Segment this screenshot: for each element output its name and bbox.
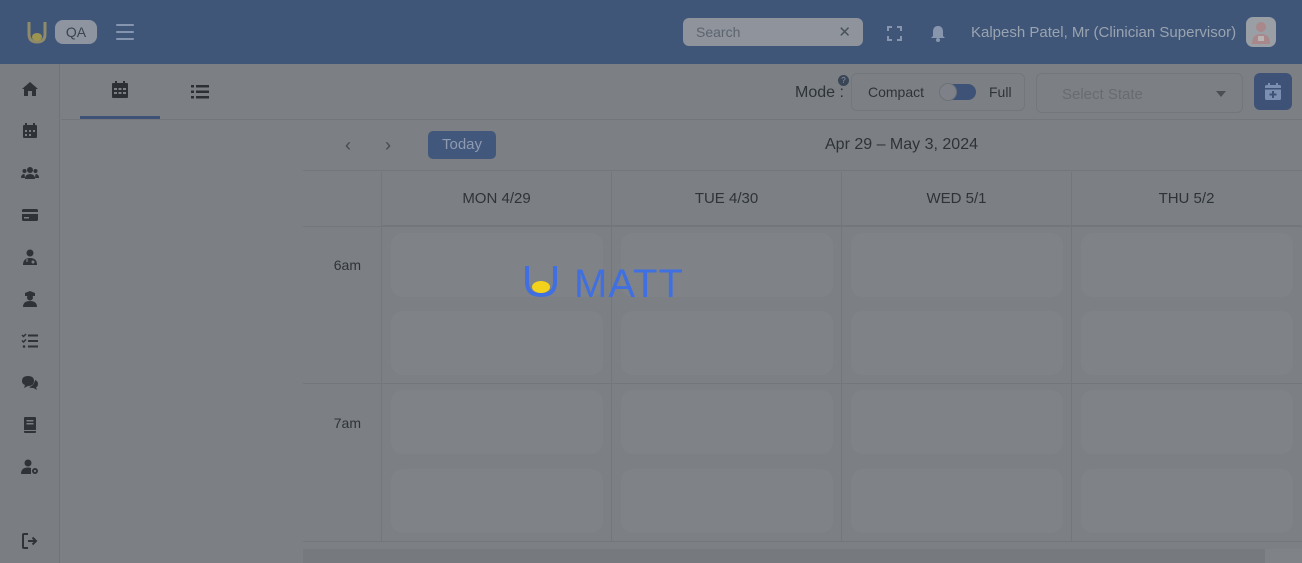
calendar-grid: MON 4/29 TUE 4/30 WED 5/1 THU 5/2 6am 7a…	[303, 172, 1302, 563]
column-divider	[381, 172, 382, 542]
time-slot[interactable]	[391, 469, 603, 533]
time-slot[interactable]	[621, 469, 833, 533]
row-divider	[303, 226, 1302, 227]
day-header-thu: THU 5/2	[1071, 172, 1301, 226]
search-clear-icon[interactable]: ✕	[838, 23, 851, 41]
view-toolbar: Mode : ? Compact Full Select State	[61, 64, 1302, 120]
sidebar-item-user-settings[interactable]	[18, 455, 42, 479]
calendar-icon	[112, 81, 128, 98]
credit-card-icon	[22, 209, 38, 221]
calendar-icon	[23, 123, 37, 138]
user-doctor-icon	[23, 249, 37, 265]
app-logo-icon[interactable]	[26, 20, 48, 44]
calendar-toolbar: ‹ › Today Apr 29 – May 3, 2024	[303, 120, 1302, 171]
logout-icon	[22, 533, 38, 549]
tab-calendar-view[interactable]	[80, 64, 160, 119]
chat-icon	[22, 376, 38, 390]
sidebar-item-billing[interactable]	[18, 203, 42, 227]
time-slot[interactable]	[1081, 311, 1293, 375]
time-slot[interactable]	[1081, 390, 1293, 454]
time-label-6am: 6am	[333, 257, 361, 273]
mode-compact-label: Compact	[868, 84, 925, 100]
time-slot[interactable]	[1081, 469, 1293, 533]
notification-bell-icon[interactable]	[930, 25, 946, 42]
scrollbar-thumb[interactable]	[303, 549, 1265, 563]
today-button[interactable]: Today	[428, 131, 496, 159]
user-avatar[interactable]	[1246, 17, 1276, 47]
day-header-tue: TUE 4/30	[611, 172, 841, 226]
time-slot[interactable]	[851, 311, 1063, 375]
loading-logo: MATT	[525, 264, 684, 304]
user-gear-icon	[21, 459, 38, 474]
mode-switch: Compact Full	[851, 73, 1025, 111]
toggle-knob	[939, 83, 957, 101]
state-select-placeholder: Select State	[1062, 86, 1143, 103]
time-slot[interactable]	[851, 469, 1063, 533]
fullscreen-icon[interactable]	[887, 26, 902, 41]
time-slot[interactable]	[851, 390, 1063, 454]
avatar-person-icon	[1252, 22, 1270, 44]
user-nurse-icon	[23, 291, 37, 307]
prev-week-button[interactable]: ‹	[332, 132, 364, 158]
sidebar	[0, 64, 60, 563]
time-slot[interactable]	[391, 390, 603, 454]
sidebar-item-staff[interactable]	[18, 287, 42, 311]
search-box: ✕	[683, 18, 863, 46]
book-icon	[24, 417, 36, 433]
chevron-down-icon	[1216, 91, 1226, 97]
state-select[interactable]: Select State	[1036, 73, 1243, 113]
sidebar-item-clients[interactable]	[18, 161, 42, 185]
column-divider	[841, 172, 842, 542]
home-icon	[22, 82, 38, 96]
sidebar-item-docs[interactable]	[18, 413, 42, 437]
next-week-button[interactable]: ›	[372, 132, 404, 158]
time-slot[interactable]	[391, 311, 603, 375]
time-slot[interactable]	[621, 311, 833, 375]
user-name[interactable]: Kalpesh Patel, Mr (Clinician Supervisor)	[971, 24, 1236, 41]
list-icon	[191, 84, 209, 98]
users-icon	[21, 167, 39, 179]
day-header-mon: MON 4/29	[381, 172, 611, 226]
mode-full-label: Full	[989, 84, 1012, 100]
main-content: Mode : ? Compact Full Select State ‹ › T…	[61, 64, 1302, 563]
week-range-title: Apr 29 – May 3, 2024	[825, 136, 978, 153]
day-header-wed: WED 5/1	[841, 172, 1071, 226]
mode-toggle[interactable]	[939, 83, 976, 101]
search-input[interactable]	[683, 18, 833, 46]
row-divider	[303, 383, 1302, 384]
brand-wordmark: MATT	[574, 264, 684, 304]
sidebar-item-logout[interactable]	[18, 529, 42, 553]
top-bar: QA ✕ Kalpesh Patel, Mr (Clinician Superv…	[0, 0, 1302, 64]
horizontal-scrollbar[interactable]	[303, 549, 1302, 563]
menu-toggle-icon[interactable]	[116, 24, 134, 40]
column-divider	[1071, 172, 1072, 542]
time-slot[interactable]	[851, 233, 1063, 297]
time-slot[interactable]	[621, 390, 833, 454]
sidebar-item-messages[interactable]	[18, 371, 42, 395]
add-event-button[interactable]	[1254, 73, 1292, 110]
row-divider	[303, 541, 1302, 542]
environment-badge: QA	[55, 20, 97, 44]
sidebar-item-calendar[interactable]	[18, 119, 42, 143]
sidebar-item-home[interactable]	[18, 77, 42, 101]
sidebar-item-clinician[interactable]	[18, 245, 42, 269]
mode-help-icon[interactable]: ?	[838, 75, 849, 86]
column-divider	[611, 172, 612, 542]
checklist-icon	[21, 333, 38, 348]
time-slot[interactable]	[1081, 233, 1293, 297]
tab-list-view[interactable]	[160, 64, 240, 119]
sidebar-item-tasks[interactable]	[18, 329, 42, 353]
calendar-plus-icon	[1265, 82, 1281, 100]
time-label-7am: 7am	[333, 415, 361, 431]
mode-label: Mode :	[795, 84, 844, 101]
brand-u-icon	[525, 266, 557, 298]
